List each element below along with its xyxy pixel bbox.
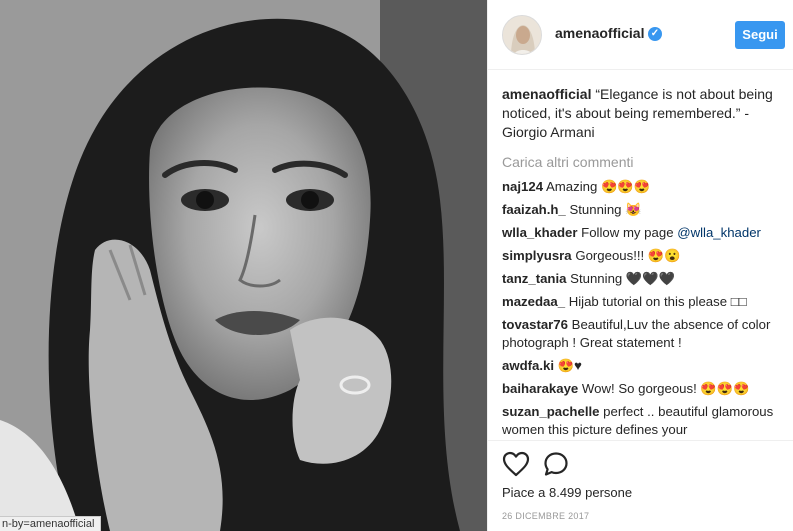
comment-username[interactable]: baiharakaye [502, 381, 578, 396]
post-photo [0, 0, 487, 531]
comment-username[interactable]: naj124 [502, 179, 543, 194]
header-username[interactable]: amenaofficial [555, 25, 644, 41]
comment-text: Hijab tutorial on this please □□ [568, 294, 747, 309]
comment-text: Amazing 😍😍😍 [546, 179, 651, 194]
comments-list[interactable]: amenaofficial “Elegance is not about bei… [502, 85, 788, 442]
comment-item: baiharakaye Wow! So gorgeous! 😍😍😍 [502, 380, 788, 398]
comment-username[interactable]: tovastar76 [502, 317, 568, 332]
load-more-comments-button[interactable]: Carica altri commenti [502, 153, 788, 171]
verified-badge-icon: ✓ [648, 27, 662, 41]
comment-text: 😍♥ [557, 358, 582, 373]
comment-username[interactable]: faaizah.h_ [502, 202, 566, 217]
comment-item: tanz_tania Stunning 🖤🖤🖤 [502, 270, 788, 288]
comment-username[interactable]: simplyusra [502, 248, 572, 263]
comment-item: wlla_khader Follow my page @wlla_khader [502, 224, 788, 242]
comment-item: suzan_pachelle perfect .. beautiful glam… [502, 403, 788, 439]
caption-username[interactable]: amenaofficial [502, 86, 591, 102]
heart-icon[interactable] [502, 451, 530, 477]
follow-button[interactable]: Segui [735, 21, 785, 49]
comment-item: simplyusra Gorgeous!!! 😍😮 [502, 247, 788, 265]
browser-status-url: n-by=amenaofficial [0, 516, 102, 531]
comment-text: Stunning 😻 [569, 202, 642, 217]
comment-username[interactable]: suzan_pachelle [502, 404, 599, 419]
comment-text: Stunning 🖤🖤🖤 [570, 271, 676, 286]
portrait-photo [0, 0, 487, 531]
comment-bubble-icon[interactable] [543, 451, 569, 477]
comment-item: naj124 Amazing 😍😍😍 [502, 178, 788, 196]
comment-username[interactable]: awdfa.ki [502, 358, 554, 373]
comment-item: tovastar76 Beautiful,Luv the absence of … [502, 316, 788, 352]
post-actions: Piace a 8.499 persone 26 DICEMBRE 2017 [488, 440, 793, 531]
comment-item: awdfa.ki 😍♥ [502, 357, 788, 375]
comment-text: Gorgeous!!! 😍😮 [575, 248, 681, 263]
comment-mention-link[interactable]: @wlla_khader [677, 225, 761, 240]
post-caption: amenaofficial “Elegance is not about bei… [502, 85, 788, 142]
likes-count[interactable]: Piace a 8.499 persone [502, 485, 632, 500]
post-header: amenaofficial ✓ Segui [488, 0, 793, 70]
avatar[interactable] [502, 15, 542, 55]
comment-username[interactable]: wlla_khader [502, 225, 578, 240]
post-date: 26 DICEMBRE 2017 [502, 511, 590, 521]
comment-text: Wow! So gorgeous! 😍😍😍 [581, 381, 750, 396]
comment-item: mazedaa_ Hijab tutorial on this please □… [502, 293, 788, 311]
comment-item: faaizah.h_ Stunning 😻 [502, 201, 788, 219]
comment-text: Follow my page [581, 225, 678, 240]
comment-username[interactable]: tanz_tania [502, 271, 567, 286]
post-side-panel: amenaofficial ✓ Segui amenaofficial “Ele… [487, 0, 793, 531]
comment-username[interactable]: mazedaa_ [502, 294, 565, 309]
